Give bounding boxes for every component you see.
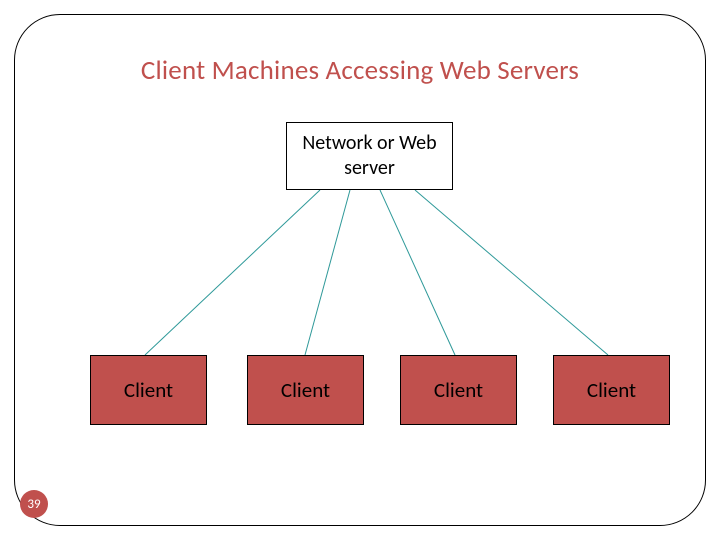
- page-number-badge: 39: [20, 490, 48, 518]
- client-label: Client: [124, 377, 173, 403]
- client-label: Client: [281, 377, 330, 403]
- client-node: Client: [400, 355, 517, 425]
- slide-frame: [14, 14, 706, 526]
- slide-title: Client Machines Accessing Web Servers: [0, 54, 720, 87]
- server-label: Network or Web server: [302, 131, 436, 181]
- client-label: Client: [587, 377, 636, 403]
- client-node: Client: [90, 355, 207, 425]
- client-label: Client: [434, 377, 483, 403]
- client-node: Client: [553, 355, 670, 425]
- page-number: 39: [27, 497, 40, 512]
- client-node: Client: [247, 355, 364, 425]
- server-node: Network or Web server: [286, 122, 453, 190]
